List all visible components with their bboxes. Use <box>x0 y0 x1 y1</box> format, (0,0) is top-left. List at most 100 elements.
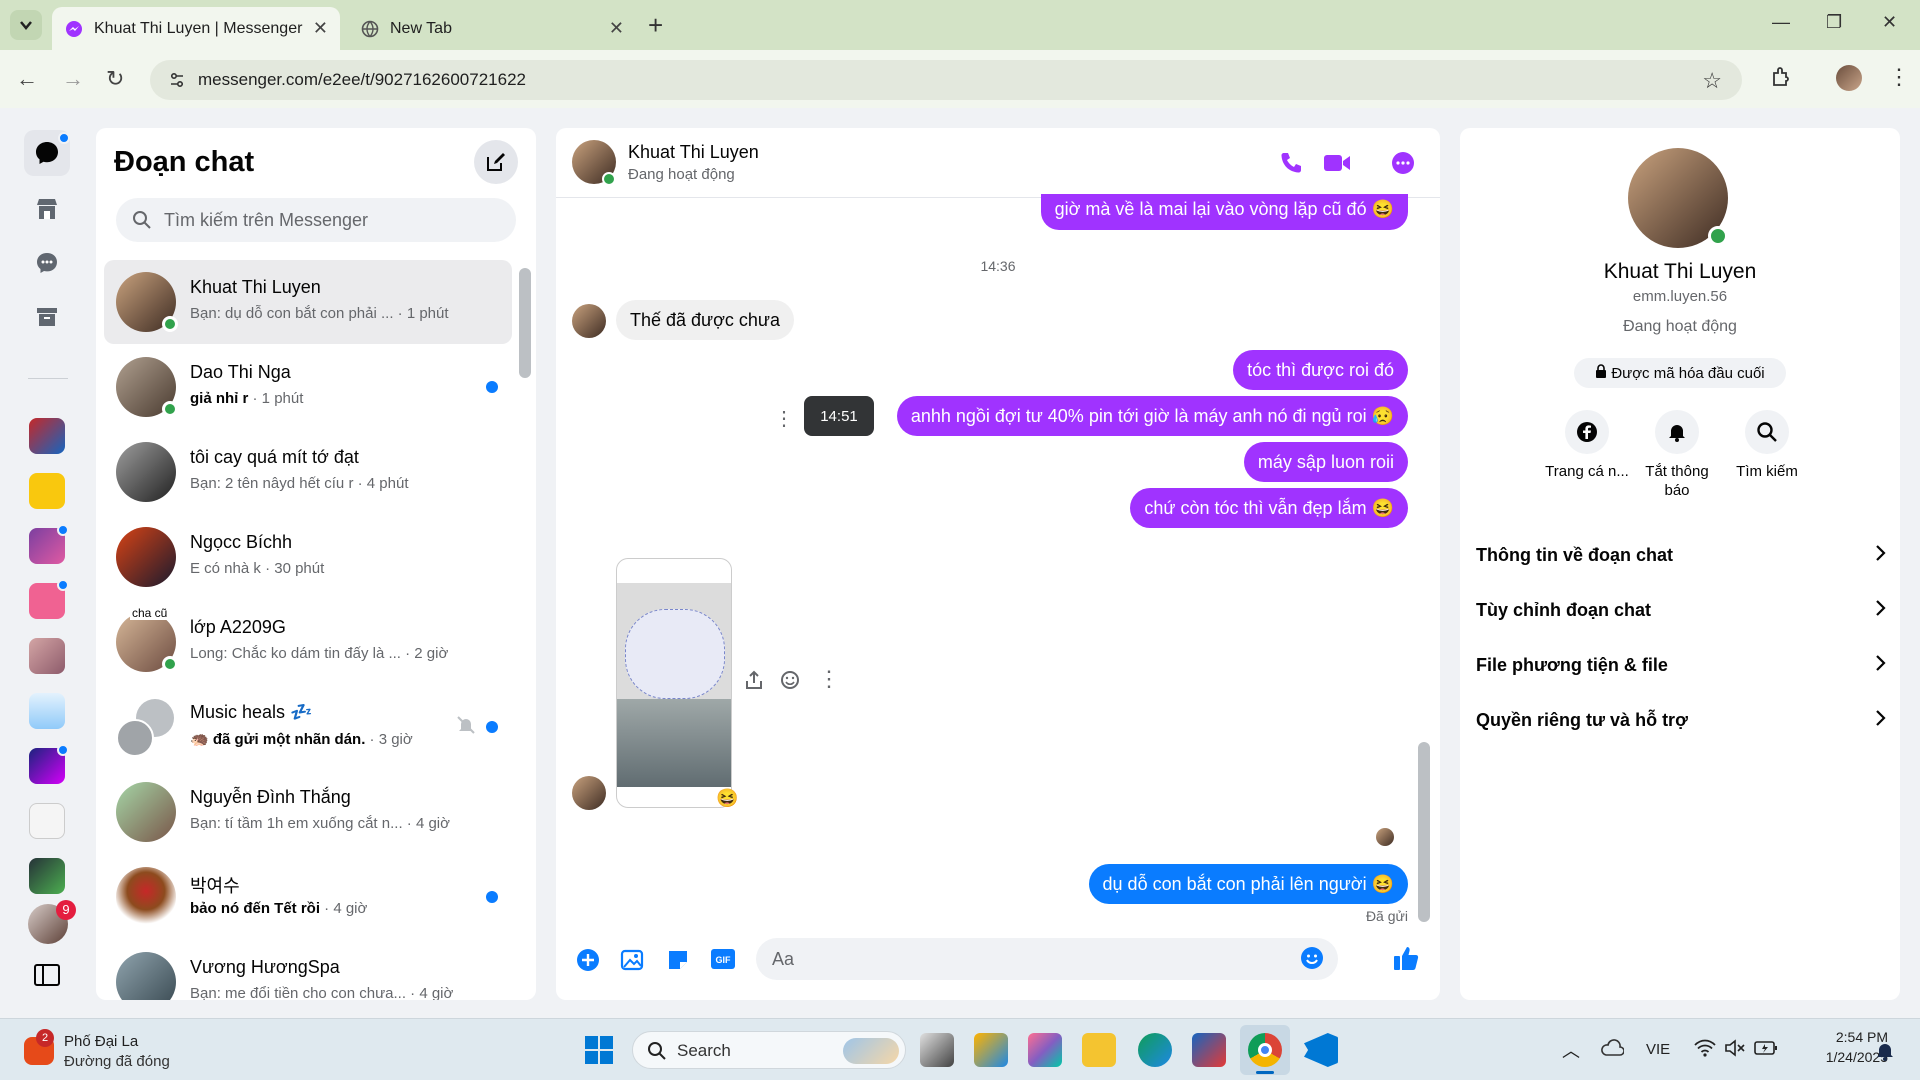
react-emoji-icon[interactable] <box>780 670 800 695</box>
community-app-icon[interactable] <box>29 524 69 564</box>
toggle-sidebar-icon[interactable] <box>34 964 60 991</box>
new-message-button[interactable] <box>474 140 518 184</box>
shared-image[interactable] <box>616 558 732 808</box>
reload-icon[interactable]: ↻ <box>106 66 124 92</box>
task-view-icon[interactable] <box>920 1033 954 1067</box>
message-composer: GIF Aa <box>556 924 1440 1000</box>
outgoing-message[interactable]: tóc thì được roi đó <box>1233 350 1408 390</box>
message-reaction[interactable]: 😆 <box>716 788 738 809</box>
user-avatar[interactable]: 9 <box>28 900 76 944</box>
outgoing-message[interactable]: dụ dỗ con bắt con phải lên người 😆 <box>1088 864 1408 904</box>
new-tab-icon[interactable]: + <box>648 10 663 41</box>
conversation-info-icon[interactable] <box>1390 150 1416 181</box>
emoji-picker-icon[interactable] <box>1300 946 1324 975</box>
site-settings-icon[interactable] <box>168 71 186 94</box>
tab-new-tab[interactable]: New Tab ✕ <box>348 7 636 50</box>
copilot-icon[interactable] <box>1028 1033 1062 1067</box>
conversation-list-scrollbar[interactable] <box>519 268 531 378</box>
chat-scrollbar[interactable] <box>1418 742 1430 922</box>
wifi-icon[interactable] <box>1694 1039 1716 1062</box>
conversation-item[interactable]: Khuat Thi Luyen Bạn: dụ dỗ con bắt con p… <box>104 260 512 344</box>
more-actions-plus-icon[interactable] <box>576 948 600 977</box>
mute-notifications-button[interactable]: Tắt thông báo <box>1632 410 1722 500</box>
vscode-icon[interactable] <box>1304 1033 1338 1067</box>
outgoing-message[interactable]: máy sập luon roii <box>1243 442 1408 482</box>
battery-icon[interactable] <box>1754 1039 1778 1062</box>
windows-start-icon[interactable] <box>584 1035 614 1070</box>
close-tab-icon[interactable]: ✕ <box>609 18 624 39</box>
contact-name[interactable]: Khuat Thi Luyen <box>628 142 759 163</box>
chats-rail-icon[interactable] <box>24 130 70 176</box>
community-app-icon[interactable] <box>29 803 65 839</box>
community-app-icon[interactable] <box>29 693 65 729</box>
forward-icon[interactable]: → <box>62 66 84 92</box>
chat-info-row[interactable]: Thông tin về đoạn chat <box>1476 530 1886 580</box>
share-icon[interactable] <box>744 670 764 695</box>
notifications-bell-icon[interactable] <box>1876 1041 1894 1066</box>
message-requests-icon[interactable] <box>24 240 70 286</box>
volume-muted-icon[interactable] <box>1724 1039 1746 1062</box>
back-icon[interactable]: ← <box>16 66 38 92</box>
profile-action-button[interactable]: Trang cá n... <box>1542 410 1632 481</box>
e2ee-badge[interactable]: Được mã hóa đầu cuối <box>1574 358 1786 388</box>
tab-search-dropdown-icon[interactable] <box>10 10 42 40</box>
store-icon[interactable] <box>1192 1033 1226 1067</box>
conversation-item[interactable]: Nguyễn Đình Thắng Bạn: tí tầm 1h em xuốn… <box>104 770 512 854</box>
incoming-message[interactable]: Thế đã được chưa <box>616 300 794 340</box>
community-app-icon[interactable] <box>29 418 65 454</box>
profile-avatar[interactable] <box>1836 65 1862 91</box>
file-explorer-icon[interactable] <box>1082 1033 1116 1067</box>
conversation-item[interactable]: 박여수 bảo nó đến Tết rồi · 4 giờ <box>104 855 512 939</box>
community-app-icon[interactable] <box>29 744 69 784</box>
contact-avatar[interactable] <box>572 776 606 810</box>
edge-icon[interactable] <box>1138 1033 1172 1067</box>
search-input[interactable]: Tìm kiếm trên Messenger <box>116 198 516 242</box>
message-more-icon[interactable]: ⋮ <box>818 666 840 692</box>
outgoing-message[interactable]: anhh ngồi đợi tư 40% pin tới giờ là máy … <box>896 396 1408 436</box>
archive-icon[interactable] <box>24 294 70 340</box>
message-input[interactable]: Aa <box>756 938 1338 980</box>
community-app-icon[interactable] <box>29 473 65 509</box>
attach-image-icon[interactable] <box>620 948 644 977</box>
close-window-icon[interactable]: ✕ <box>1882 12 1897 33</box>
privacy-support-row[interactable]: Quyền riêng tư và hỗ trợ <box>1476 695 1886 745</box>
more-menu-icon[interactable]: ⋮ <box>1888 64 1910 90</box>
chrome-taskbar-button[interactable] <box>1240 1025 1290 1075</box>
tab-messenger[interactable]: Khuat Thi Luyen | Messenger ✕ <box>52 7 340 50</box>
conversation-item[interactable]: Ngọcc Bíchh E có nhà k · 30 phút <box>104 515 512 599</box>
contact-avatar[interactable] <box>572 304 606 338</box>
minimize-icon[interactable]: — <box>1772 12 1790 33</box>
outgoing-message[interactable]: giờ mà về là mai lại vào vòng lặp cũ đó … <box>1040 194 1408 230</box>
maximize-icon[interactable]: ❐ <box>1826 12 1842 33</box>
voice-call-icon[interactable] <box>1278 150 1304 181</box>
conversation-item[interactable]: Dao Thi Nga giả nhỉ r · 1 phút <box>104 345 512 429</box>
sticker-icon[interactable] <box>666 948 690 977</box>
app-icon[interactable] <box>974 1033 1008 1067</box>
extensions-icon[interactable] <box>1770 66 1792 93</box>
widget-title: Phố Đại La <box>64 1033 139 1050</box>
language-indicator[interactable]: VIE <box>1646 1041 1670 1058</box>
conversation-item[interactable]: cha cũ lớp A2209G Long: Chắc ko dám tin … <box>104 600 512 684</box>
search-in-conversation-button[interactable]: Tìm kiếm <box>1722 410 1812 481</box>
community-app-icon[interactable] <box>29 638 65 674</box>
show-hidden-icons-icon[interactable]: ︿ <box>1562 1037 1580 1063</box>
conversation-item[interactable]: Music heals 💤 🦔 đã gửi một nhãn dán. · 3… <box>104 685 512 769</box>
message-more-icon[interactable]: ⋮ <box>774 406 794 431</box>
community-app-icon[interactable] <box>29 858 65 894</box>
conversation-item[interactable]: tôi cay quá mít tớ đạt Bạn: 2 tên nâyd h… <box>104 430 512 514</box>
media-files-row[interactable]: File phương tiện & file <box>1476 640 1886 690</box>
clock[interactable]: 2:54 PM 1/24/2025 <box>1796 1029 1888 1065</box>
outgoing-message[interactable]: chứ còn tóc thì vẫn đẹp lắm 😆 <box>1130 488 1408 528</box>
onedrive-icon[interactable] <box>1600 1039 1625 1062</box>
url-bar[interactable]: messenger.com/e2ee/t/9027162600721622 ☆ <box>150 60 1742 100</box>
gif-icon[interactable]: GIF <box>710 948 736 975</box>
like-thumbs-up-icon[interactable] <box>1392 944 1420 977</box>
conversation-item[interactable]: Vương HươngSpa Bạn: me đổi tiền cho con … <box>104 940 512 1000</box>
close-tab-icon[interactable]: ✕ <box>313 18 328 39</box>
bookmark-star-icon[interactable]: ☆ <box>1702 68 1722 94</box>
marketplace-icon[interactable] <box>24 186 70 232</box>
video-call-icon[interactable] <box>1322 150 1352 181</box>
taskbar-search-box[interactable]: Search <box>632 1031 906 1069</box>
customize-chat-row[interactable]: Tùy chỉnh đoạn chat <box>1476 585 1886 635</box>
community-app-icon[interactable] <box>29 579 69 619</box>
